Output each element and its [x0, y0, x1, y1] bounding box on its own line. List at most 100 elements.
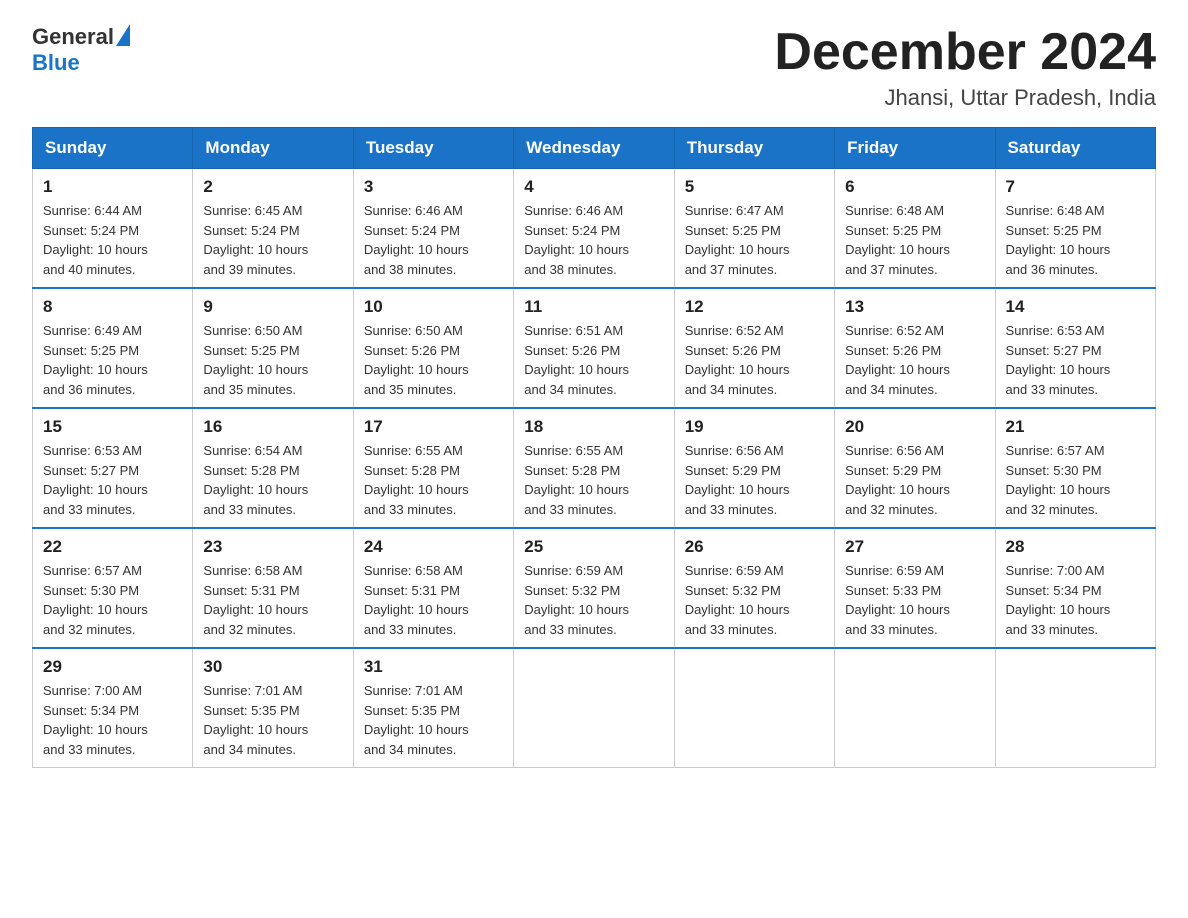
calendar-cell: 2 Sunrise: 6:45 AM Sunset: 5:24 PM Daylig… [193, 169, 353, 289]
day-info: Sunrise: 6:55 AM Sunset: 5:28 PM Dayligh… [364, 441, 503, 519]
title-area: December 2024 Jhansi, Uttar Pradesh, Ind… [774, 24, 1156, 111]
column-header-wednesday: Wednesday [514, 128, 674, 169]
day-number: 27 [845, 537, 984, 557]
day-info: Sunrise: 6:47 AM Sunset: 5:25 PM Dayligh… [685, 201, 824, 279]
calendar-cell: 7Sunrise: 6:48 AM Sunset: 5:25 PM Daylig… [995, 169, 1155, 289]
day-info: Sunrise: 7:01 AM Sunset: 5:35 PM Dayligh… [364, 681, 503, 759]
day-number: 2 [203, 177, 342, 197]
day-number: 10 [364, 297, 503, 317]
day-number: 9 [203, 297, 342, 317]
day-number: 14 [1006, 297, 1145, 317]
calendar-week-row: 15Sunrise: 6:53 AM Sunset: 5:27 PM Dayli… [33, 408, 1156, 528]
day-number: 17 [364, 417, 503, 437]
calendar-cell: 3Sunrise: 6:46 AM Sunset: 5:24 PM Daylig… [353, 169, 513, 289]
calendar-cell: 15Sunrise: 6:53 AM Sunset: 5:27 PM Dayli… [33, 408, 193, 528]
day-number: 30 [203, 657, 342, 677]
calendar-cell [835, 648, 995, 768]
column-header-saturday: Saturday [995, 128, 1155, 169]
day-info: Sunrise: 6:53 AM Sunset: 5:27 PM Dayligh… [1006, 321, 1145, 399]
calendar-cell: 21 Sunrise: 6:57 AM Sunset: 5:30 PM Dayli… [995, 408, 1155, 528]
day-info: Sunrise: 6:56 AM Sunset: 5:29 PM Dayligh… [845, 441, 984, 519]
calendar-week-row: 29 Sunrise: 7:00 AM Sunset: 5:34 PM Dayli… [33, 648, 1156, 768]
day-info: Sunrise: 6:59 AM Sunset: 5:32 PM Dayligh… [524, 561, 663, 639]
day-info: Sunrise: 6:46 AM Sunset: 5:24 PM Dayligh… [524, 201, 663, 279]
day-info: Sunrise: 6:50 AM Sunset: 5:25 PM Dayligh… [203, 321, 342, 399]
calendar-cell: 20 Sunrise: 6:56 AM Sunset: 5:29 PM Dayli… [835, 408, 995, 528]
calendar-cell: 11 Sunrise: 6:51 AM Sunset: 5:26 PM Dayli… [514, 288, 674, 408]
day-number: 16 [203, 417, 342, 437]
column-header-thursday: Thursday [674, 128, 834, 169]
day-number: 5 [685, 177, 824, 197]
calendar-cell: 18 Sunrise: 6:55 AM Sunset: 5:28 PM Dayli… [514, 408, 674, 528]
calendar-cell: 27Sunrise: 6:59 AM Sunset: 5:33 PM Dayli… [835, 528, 995, 648]
day-number: 31 [364, 657, 503, 677]
day-number: 12 [685, 297, 824, 317]
calendar-cell: 6 Sunrise: 6:48 AM Sunset: 5:25 PM Daylig… [835, 169, 995, 289]
day-number: 13 [845, 297, 984, 317]
calendar-cell: 30 Sunrise: 7:01 AM Sunset: 5:35 PM Dayli… [193, 648, 353, 768]
calendar-cell: 14 Sunrise: 6:53 AM Sunset: 5:27 PM Dayli… [995, 288, 1155, 408]
column-header-sunday: Sunday [33, 128, 193, 169]
calendar-cell: 4 Sunrise: 6:46 AM Sunset: 5:24 PM Daylig… [514, 169, 674, 289]
day-number: 11 [524, 297, 663, 317]
page-header: General Blue December 2024 Jhansi, Uttar… [32, 24, 1156, 111]
day-info: Sunrise: 6:58 AM Sunset: 5:31 PM Dayligh… [203, 561, 342, 639]
calendar-cell: 19Sunrise: 6:56 AM Sunset: 5:29 PM Dayli… [674, 408, 834, 528]
day-number: 6 [845, 177, 984, 197]
day-number: 21 [1006, 417, 1145, 437]
calendar-cell: 25 Sunrise: 6:59 AM Sunset: 5:32 PM Dayli… [514, 528, 674, 648]
day-info: Sunrise: 6:49 AM Sunset: 5:25 PM Dayligh… [43, 321, 182, 399]
day-number: 25 [524, 537, 663, 557]
day-number: 4 [524, 177, 663, 197]
calendar-cell: 12Sunrise: 6:52 AM Sunset: 5:26 PM Dayli… [674, 288, 834, 408]
day-number: 20 [845, 417, 984, 437]
day-info: Sunrise: 6:56 AM Sunset: 5:29 PM Dayligh… [685, 441, 824, 519]
day-info: Sunrise: 6:57 AM Sunset: 5:30 PM Dayligh… [43, 561, 182, 639]
day-info: Sunrise: 6:57 AM Sunset: 5:30 PM Dayligh… [1006, 441, 1145, 519]
calendar-cell: 29 Sunrise: 7:00 AM Sunset: 5:34 PM Dayli… [33, 648, 193, 768]
calendar-week-row: 22Sunrise: 6:57 AM Sunset: 5:30 PM Dayli… [33, 528, 1156, 648]
calendar-cell: 8Sunrise: 6:49 AM Sunset: 5:25 PM Daylig… [33, 288, 193, 408]
day-info: Sunrise: 7:00 AM Sunset: 5:34 PM Dayligh… [43, 681, 182, 759]
day-number: 15 [43, 417, 182, 437]
calendar-cell [674, 648, 834, 768]
day-number: 3 [364, 177, 503, 197]
calendar-header-row: SundayMondayTuesdayWednesdayThursdayFrid… [33, 128, 1156, 169]
calendar-cell: 17 Sunrise: 6:55 AM Sunset: 5:28 PM Dayli… [353, 408, 513, 528]
day-info: Sunrise: 7:00 AM Sunset: 5:34 PM Dayligh… [1006, 561, 1145, 639]
day-info: Sunrise: 6:45 AM Sunset: 5:24 PM Dayligh… [203, 201, 342, 279]
day-info: Sunrise: 7:01 AM Sunset: 5:35 PM Dayligh… [203, 681, 342, 759]
calendar-cell [514, 648, 674, 768]
logo: General Blue [32, 24, 130, 76]
day-number: 23 [203, 537, 342, 557]
calendar-cell: 5 Sunrise: 6:47 AM Sunset: 5:25 PM Daylig… [674, 169, 834, 289]
calendar-cell [995, 648, 1155, 768]
month-title: December 2024 [774, 24, 1156, 81]
day-info: Sunrise: 6:58 AM Sunset: 5:31 PM Dayligh… [364, 561, 503, 639]
logo-blue-text: Blue [32, 50, 80, 75]
calendar-cell: 23 Sunrise: 6:58 AM Sunset: 5:31 PM Dayli… [193, 528, 353, 648]
day-number: 24 [364, 537, 503, 557]
calendar-cell: 10 Sunrise: 6:50 AM Sunset: 5:26 PM Dayli… [353, 288, 513, 408]
day-info: Sunrise: 6:50 AM Sunset: 5:26 PM Dayligh… [364, 321, 503, 399]
day-info: Sunrise: 6:51 AM Sunset: 5:26 PM Dayligh… [524, 321, 663, 399]
logo-general-text: General [32, 24, 114, 50]
day-info: Sunrise: 6:48 AM Sunset: 5:25 PM Dayligh… [845, 201, 984, 279]
calendar-cell: 31 Sunrise: 7:01 AM Sunset: 5:35 PM Dayli… [353, 648, 513, 768]
column-header-monday: Monday [193, 128, 353, 169]
calendar-week-row: 8Sunrise: 6:49 AM Sunset: 5:25 PM Daylig… [33, 288, 1156, 408]
day-number: 26 [685, 537, 824, 557]
day-info: Sunrise: 6:44 AM Sunset: 5:24 PM Dayligh… [43, 201, 182, 279]
day-number: 1 [43, 177, 182, 197]
day-number: 29 [43, 657, 182, 677]
calendar-cell: 26 Sunrise: 6:59 AM Sunset: 5:32 PM Dayli… [674, 528, 834, 648]
day-info: Sunrise: 6:55 AM Sunset: 5:28 PM Dayligh… [524, 441, 663, 519]
day-info: Sunrise: 6:54 AM Sunset: 5:28 PM Dayligh… [203, 441, 342, 519]
day-info: Sunrise: 6:48 AM Sunset: 5:25 PM Dayligh… [1006, 201, 1145, 279]
calendar-cell: 16 Sunrise: 6:54 AM Sunset: 5:28 PM Dayli… [193, 408, 353, 528]
calendar-cell: 9 Sunrise: 6:50 AM Sunset: 5:25 PM Daylig… [193, 288, 353, 408]
day-info: Sunrise: 6:59 AM Sunset: 5:32 PM Dayligh… [685, 561, 824, 639]
logo-triangle-icon [116, 24, 130, 46]
day-info: Sunrise: 6:52 AM Sunset: 5:26 PM Dayligh… [845, 321, 984, 399]
day-number: 18 [524, 417, 663, 437]
